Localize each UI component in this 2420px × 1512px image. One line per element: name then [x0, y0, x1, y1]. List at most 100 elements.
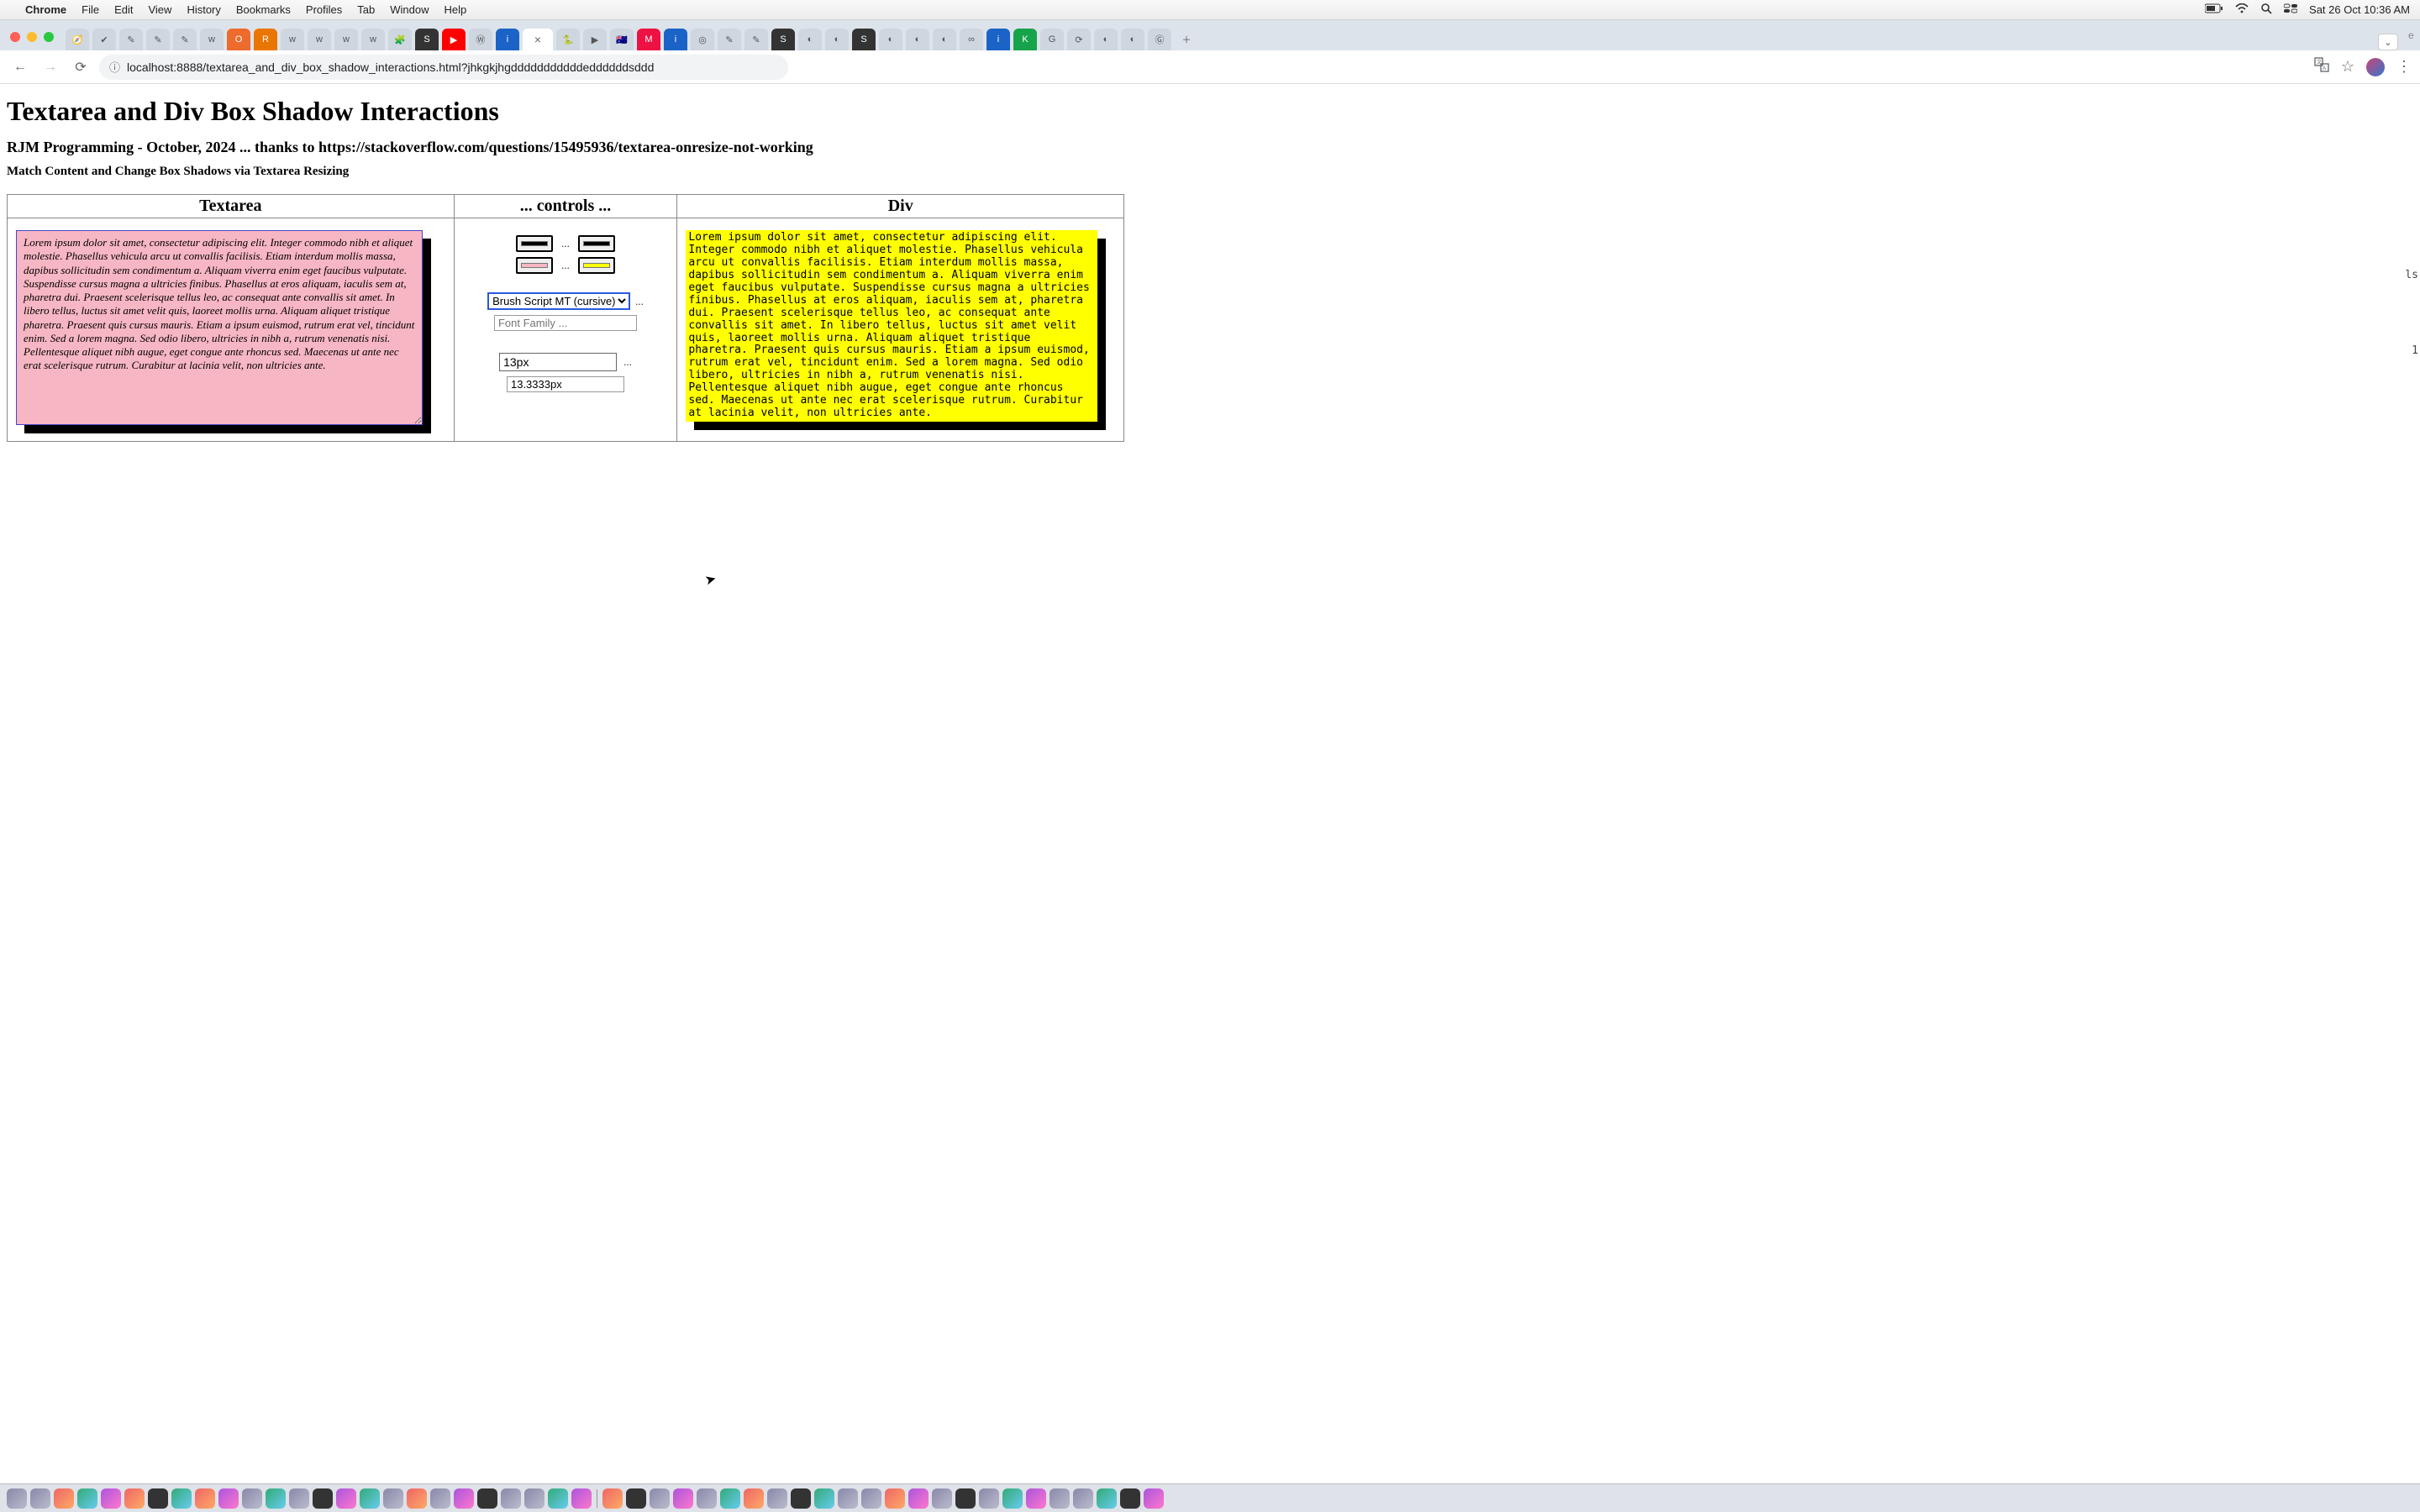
back-button[interactable]: ←	[8, 55, 32, 79]
tab-favicon[interactable]: M	[637, 29, 660, 50]
dock-app[interactable]	[77, 1488, 97, 1509]
dock-app[interactable]	[7, 1488, 27, 1509]
tab-favicon[interactable]: ◐	[933, 29, 956, 50]
dock-app[interactable]	[720, 1488, 740, 1509]
dock-app[interactable]	[791, 1488, 811, 1509]
dock-app[interactable]	[602, 1488, 623, 1509]
tab-overflow-button[interactable]: ⌄	[2378, 34, 2398, 50]
dock-app[interactable]	[101, 1488, 121, 1509]
tab-favicon[interactable]: i	[496, 29, 519, 50]
menu-window[interactable]: Window	[390, 3, 429, 16]
dock-app[interactable]	[266, 1488, 286, 1509]
tab-favicon[interactable]: w	[281, 29, 304, 50]
tab-favicon[interactable]: ∞	[960, 29, 983, 50]
dock-app[interactable]	[626, 1488, 646, 1509]
tab-favicon[interactable]: ✎	[173, 29, 197, 50]
dock-app[interactable]	[697, 1488, 717, 1509]
dock-app[interactable]	[336, 1488, 356, 1509]
dock-app[interactable]	[501, 1488, 521, 1509]
tab-favicon[interactable]: ◐	[879, 29, 902, 50]
address-bar[interactable]: ⓘ localhost:8888/textarea_and_div_box_sh…	[99, 55, 788, 80]
translate-icon[interactable]: 文A	[2314, 57, 2329, 76]
menu-view[interactable]: View	[148, 3, 171, 16]
dock-app[interactable]	[932, 1488, 952, 1509]
tab-favicon[interactable]: ✎	[718, 29, 741, 50]
menu-profiles[interactable]: Profiles	[306, 3, 342, 16]
tab-favicon[interactable]: ◐	[798, 29, 822, 50]
bookmark-star-icon[interactable]: ☆	[2341, 58, 2354, 76]
tab-active[interactable]	[523, 29, 553, 50]
tab-favicon[interactable]: w	[334, 29, 358, 50]
tab-favicon[interactable]: ◎	[691, 29, 714, 50]
tab-favicon[interactable]: S	[415, 29, 439, 50]
dock-app[interactable]	[313, 1488, 333, 1509]
dock-app[interactable]	[861, 1488, 881, 1509]
menubar-clock[interactable]: Sat 26 Oct 10:36 AM	[2309, 3, 2410, 16]
menu-tab[interactable]: Tab	[357, 3, 375, 16]
dock-app[interactable]	[571, 1488, 592, 1509]
site-info-icon[interactable]: ⓘ	[109, 59, 120, 75]
window-zoom-button[interactable]	[44, 32, 54, 42]
dock-app[interactable]	[908, 1488, 929, 1509]
dock-app[interactable]	[454, 1488, 474, 1509]
dock-app[interactable]	[548, 1488, 568, 1509]
dock-app[interactable]	[744, 1488, 764, 1509]
tab-favicon[interactable]: ✎	[744, 29, 768, 50]
tab-favicon[interactable]: R	[254, 29, 277, 50]
tab-favicon[interactable]: i	[664, 29, 687, 50]
dock-app[interactable]	[979, 1488, 999, 1509]
dock-app[interactable]	[148, 1488, 168, 1509]
dock-app[interactable]	[124, 1488, 145, 1509]
dock-app[interactable]	[1002, 1488, 1023, 1509]
tab-favicon[interactable]: ✎	[146, 29, 170, 50]
font-size-input-div[interactable]	[507, 376, 624, 392]
dock-app[interactable]	[30, 1488, 50, 1509]
menu-edit[interactable]: Edit	[114, 3, 133, 16]
tab-favicon[interactable]: ◐	[1094, 29, 1118, 50]
menu-file[interactable]: File	[82, 3, 99, 16]
menu-app[interactable]: Chrome	[25, 3, 66, 16]
dock-app[interactable]	[54, 1488, 74, 1509]
page-viewport[interactable]: Textarea and Div Box Shadow Interactions…	[0, 84, 2420, 1483]
dock-app[interactable]	[1050, 1488, 1070, 1509]
dock-app[interactable]	[1120, 1488, 1140, 1509]
dock-app[interactable]	[1097, 1488, 1117, 1509]
dock-app[interactable]	[171, 1488, 192, 1509]
dock-app[interactable]	[838, 1488, 858, 1509]
dock-app[interactable]	[289, 1488, 309, 1509]
font-family-input[interactable]	[494, 315, 637, 331]
demo-textarea[interactable]: Lorem ipsum dolor sit amet, consectetur …	[16, 230, 423, 425]
tab-favicon[interactable]: O	[227, 29, 250, 50]
reload-button[interactable]: ⟳	[69, 55, 92, 79]
tab-favicon[interactable]: ⟳	[1067, 29, 1091, 50]
dock-app[interactable]	[195, 1488, 215, 1509]
tab-favicon[interactable]: Ⓦ	[469, 29, 492, 50]
dock-app[interactable]	[814, 1488, 834, 1509]
tab-favicon[interactable]: i	[986, 29, 1010, 50]
tab-favicon[interactable]: ▶	[442, 29, 466, 50]
color-textarea-bg[interactable]	[516, 257, 553, 274]
tab-favicon[interactable]: S	[852, 29, 876, 50]
tab-favicon[interactable]: ✔︎	[92, 29, 116, 50]
dock-app[interactable]	[767, 1488, 787, 1509]
dock-app[interactable]	[477, 1488, 497, 1509]
dock-app[interactable]	[360, 1488, 380, 1509]
font-family-select[interactable]: Brush Script MT (cursive)	[487, 292, 630, 310]
tab-favicon[interactable]: ▶	[583, 29, 607, 50]
tab-favicon[interactable]: w	[361, 29, 385, 50]
menu-help[interactable]: Help	[445, 3, 467, 16]
tab-favicon[interactable]: 🧩	[388, 29, 412, 50]
dock-app[interactable]	[218, 1488, 239, 1509]
tab-favicon[interactable]: ◐	[906, 29, 929, 50]
tab-favicon[interactable]: ✎	[119, 29, 143, 50]
spotlight-icon[interactable]	[2260, 3, 2272, 17]
chrome-menu-icon[interactable]: ⋮	[2396, 58, 2412, 76]
profile-avatar[interactable]	[2366, 58, 2385, 76]
tab-favicon[interactable]: K	[1013, 29, 1037, 50]
menu-history[interactable]: History	[187, 3, 220, 16]
tab-favicon[interactable]: 🇦🇺	[610, 29, 634, 50]
dock-app[interactable]	[1144, 1488, 1164, 1509]
tab-favicon[interactable]: 🧭	[66, 29, 89, 50]
tab-favicon[interactable]: w	[200, 29, 224, 50]
menu-bookmarks[interactable]: Bookmarks	[236, 3, 291, 16]
